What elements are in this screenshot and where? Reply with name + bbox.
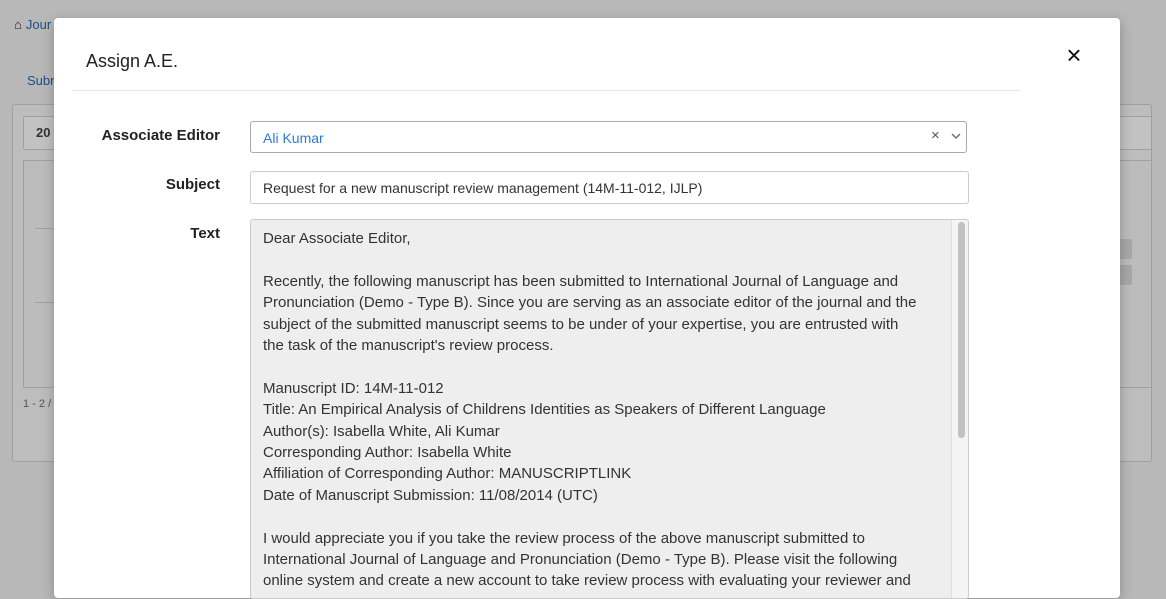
- message-line: Title: An Empirical Analysis of Children…: [263, 401, 826, 419]
- textarea-scrollbar[interactable]: [951, 220, 968, 598]
- background-pager: 1 - 2 /: [23, 398, 52, 410]
- message-line: Manuscript ID: 14M-11-012: [263, 379, 444, 397]
- message-line: online system and create a new account t…: [263, 572, 911, 590]
- message-line: International Journal of Language and Pr…: [263, 551, 898, 569]
- close-icon[interactable]: ×: [1063, 42, 1085, 68]
- message-line: Dear Associate Editor,: [263, 230, 411, 247]
- background-divider: [35, 228, 55, 229]
- scrollbar-thumb[interactable]: [958, 222, 965, 438]
- breadcrumb: ⌂ Jour: [14, 17, 51, 32]
- background-divider: [35, 302, 55, 303]
- message-line: [263, 356, 943, 377]
- associate-editor-value: Ali Kumar: [263, 130, 324, 146]
- assign-ae-modal: Assign A.E. × Associate Editor Ali Kumar…: [54, 18, 1120, 599]
- associate-editor-select[interactable]: Ali Kumar ×: [250, 121, 967, 153]
- breadcrumb-link: Jour: [25, 17, 52, 32]
- message-line: Affiliation of Corresponding Author: MAN…: [263, 465, 632, 483]
- clear-icon[interactable]: ×: [931, 127, 940, 144]
- message-line: the task of the manuscript's review proc…: [263, 337, 554, 355]
- modal-title: Assign A.E.: [86, 51, 179, 71]
- subject-value: Request for a new manuscript review mana…: [263, 180, 703, 196]
- message-line: I would appreciate you if you take the r…: [263, 529, 865, 547]
- message-textarea[interactable]: Dear Associate Editor, Recently, the foll…: [250, 219, 969, 599]
- message-line: Recently, the following manuscript has b…: [263, 272, 899, 290]
- subject-input[interactable]: Request for a new manuscript review mana…: [250, 171, 969, 204]
- modal-header-divider: [72, 90, 1020, 91]
- message-line: subject of the submitted manuscript seem…: [263, 315, 899, 333]
- subject-label: Subject: [165, 176, 220, 193]
- message-line: [263, 249, 943, 270]
- text-label: Text: [190, 225, 220, 242]
- home-icon: ⌂: [14, 17, 22, 32]
- associate-editor-label: Associate Editor: [101, 127, 220, 144]
- message-line: Author(s): Isabella White, Ali Kumar: [263, 422, 500, 440]
- message-line: Pronunciation (Demo - Type B). Since you…: [263, 294, 917, 312]
- message-line: Date of Manuscript Submission: 11/08/201…: [263, 486, 598, 504]
- background-year: 20: [36, 125, 51, 140]
- chevron-down-icon[interactable]: [951, 131, 961, 141]
- message-body: Dear Associate Editor, Recently, the foll…: [263, 228, 943, 592]
- message-line: Corresponding Author: Isabella White: [263, 444, 512, 462]
- message-line: [263, 506, 943, 527]
- background-tab: Subr: [27, 73, 55, 88]
